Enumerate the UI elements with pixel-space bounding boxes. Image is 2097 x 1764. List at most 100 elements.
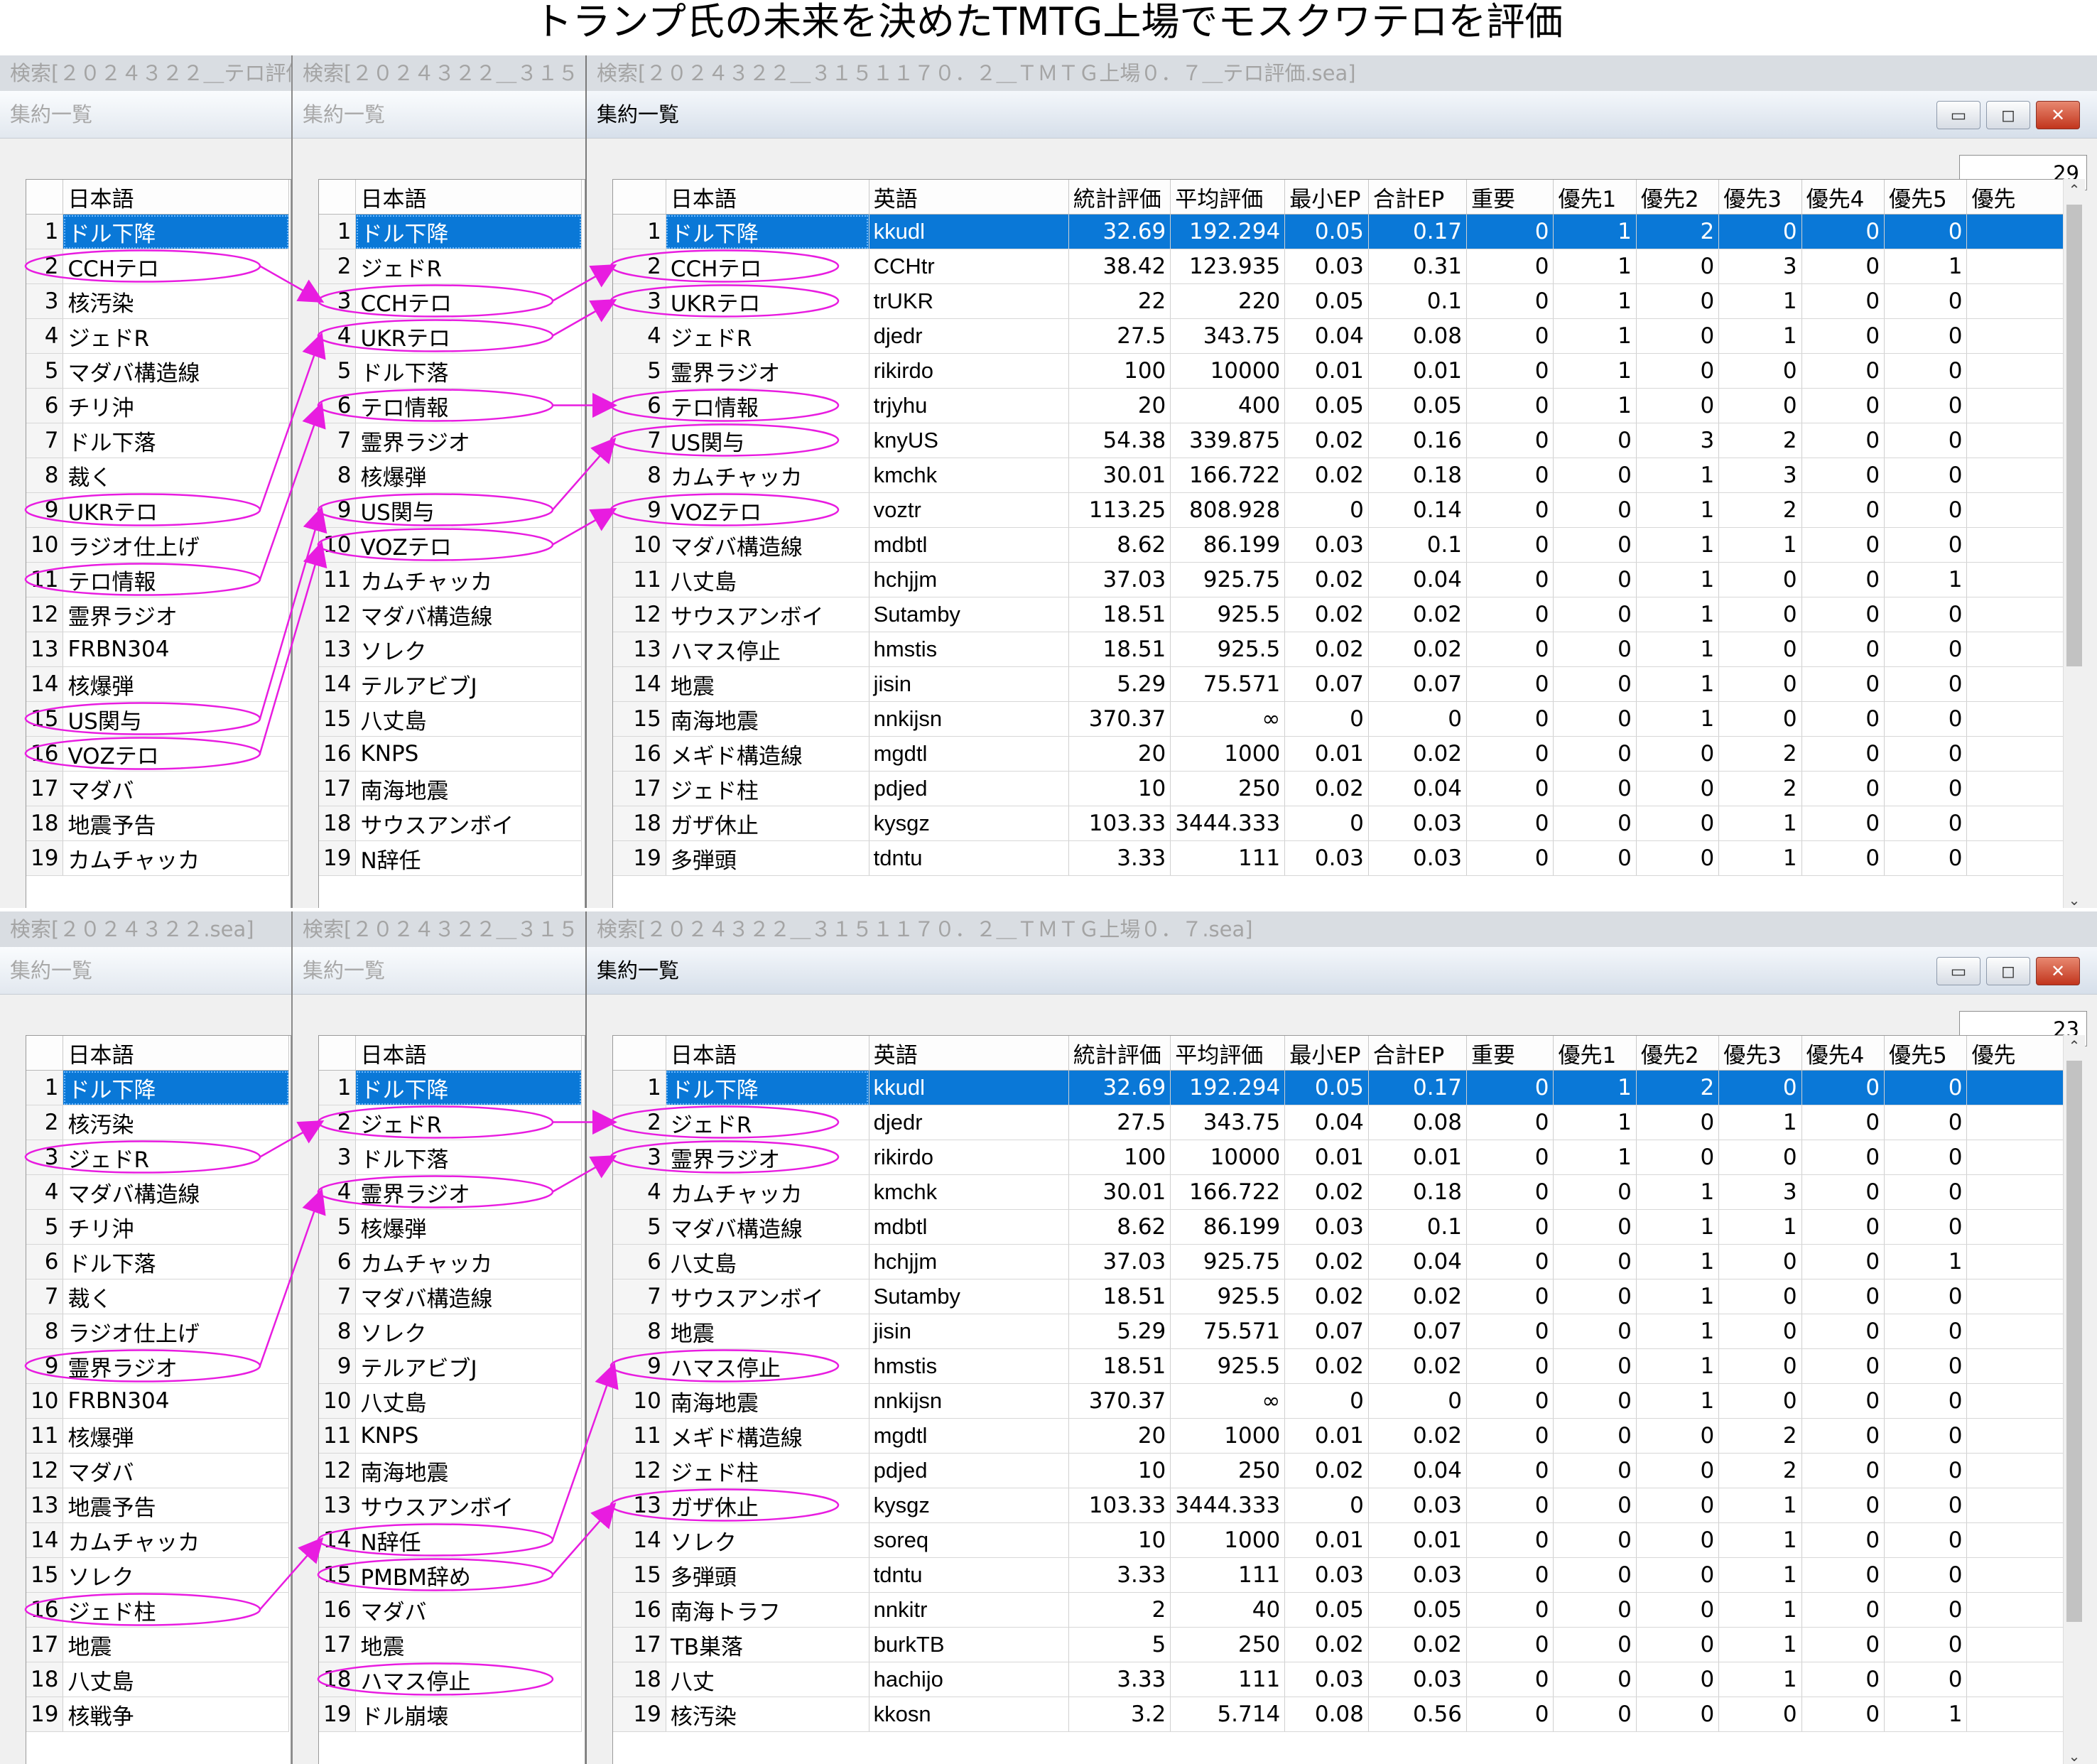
left-grid[interactable]: 日本語 1 ドル下降 2 CCHテロ 3 核汚染 4 ジェドR 5 マダバ構造線 6 チリ沖 7 ドル下落 8…	[26, 179, 291, 908]
table-row[interactable]: 14 ソレク soreq 10 1000 0.01 0.01 0 0 0 1 0 0	[613, 1522, 2064, 1558]
table-row[interactable]: 4 マダバ構造線	[26, 1174, 290, 1210]
table-row[interactable]: 15 多弾頭 tdntu 3.33 111 0.03 0.03 0 0 0 1 0 0	[613, 1557, 2064, 1593]
table-row[interactable]: 9 US関与	[319, 492, 582, 528]
minimize-button[interactable]: ▭	[1936, 101, 1980, 129]
table-row[interactable]: 3 CCHテロ	[319, 283, 582, 319]
table-row[interactable]: 13 ガザ休止 kysgz 103.33 3444.333 0 0.03 0 0 0 1 0 0	[613, 1488, 2064, 1523]
scroll-up-icon[interactable]: ⌃	[2064, 1035, 2085, 1056]
left-search-window[interactable]: 検索[２０２４３２２＿テロ評価 集約一覧 日本語 1 ドル下降 2 CCHテロ 3 核汚染 4…	[0, 55, 293, 908]
table-row[interactable]: 10 八丈島	[319, 1383, 582, 1419]
table-row[interactable]: 11 八丈島 hchjjm 37.03 925.75 0.02 0.04 0 0 1 0 0 1	[613, 562, 2064, 597]
table-row[interactable]: 4 ジェドR	[26, 318, 290, 354]
table-row[interactable]: 9 VOZテロ voztr 113.25 808.928 0 0.14 0 0 1 2 0 0	[613, 492, 2064, 528]
table-row[interactable]: 5 マダバ構造線	[26, 353, 290, 389]
table-row[interactable]: 2 CCHテロ	[26, 249, 290, 284]
table-row[interactable]: 16 KNPS	[319, 736, 582, 772]
table-row[interactable]: 13 ソレク	[319, 632, 582, 667]
close-button[interactable]: ✕	[2036, 101, 2080, 129]
table-row[interactable]: 3 UKRテロ trUKR 22 220 0.05 0.1 0 1 0 1 0 0	[613, 283, 2064, 319]
table-row[interactable]: 4 ジェドR djedr 27.5 343.75 0.04 0.08 0 1 0 1 0 0	[613, 318, 2064, 354]
scroll-down-icon[interactable]: ⌄	[2064, 1746, 2085, 1764]
table-row[interactable]: 6 八丈島 hchjjm 37.03 925.75 0.02 0.04 0 0 1 0 0 1	[613, 1244, 2064, 1279]
table-row[interactable]: 11 メギド構造線 mgdtl 20 1000 0.01 0.02 0 0 0 2 0 0	[613, 1418, 2064, 1454]
table-row[interactable]: 12 霊界ラジオ	[26, 597, 290, 632]
table-row[interactable]: 13 サウスアンボイ	[319, 1488, 582, 1523]
table-row[interactable]: 8 裁く	[26, 458, 290, 493]
table-row[interactable]: 16 南海トラフ nnkitr 2 40 0.05 0.05 0 0 0 1 0 0	[613, 1592, 2064, 1628]
table-row[interactable]: 12 南海地震	[319, 1453, 582, 1488]
table-row[interactable]: 15 US関与	[26, 701, 290, 737]
main-search-window[interactable]: 検索[２０２４３２２＿３１５１１７０．２＿ＴＭＴＧ上場０．７.sea] 集約一覧…	[585, 911, 2097, 1764]
middle-grid[interactable]: 日本語 1 ドル下降 2 ジェドR 3 ドル下落 4 霊界ラジオ 5 核爆弾 6 カムチャッカ 7 マダバ構…	[318, 1035, 585, 1764]
table-row[interactable]: 10 マダバ構造線 mdbtl 8.62 86.199 0.03 0.1 0 0 1 1 0 0	[613, 527, 2064, 563]
scroll-thumb[interactable]	[2066, 1061, 2082, 1622]
table-row[interactable]: 9 霊界ラジオ	[26, 1348, 290, 1384]
table-row[interactable]: 2 ジェドR	[319, 249, 582, 284]
table-row[interactable]: 6 チリ沖	[26, 388, 290, 423]
vertical-scrollbar[interactable]: ⌃ ⌄	[2063, 1035, 2085, 1764]
table-row[interactable]: 5 マダバ構造線 mdbtl 8.62 86.199 0.03 0.1 0 0 1 1 0 0	[613, 1209, 2064, 1245]
table-row[interactable]: 6 カムチャッカ	[319, 1244, 582, 1279]
table-row[interactable]: 7 サウスアンボイ Sutamby 18.51 925.5 0.02 0.02 0 0 1 0 0 0	[613, 1279, 2064, 1314]
table-row[interactable]: 4 カムチャッカ kmchk 30.01 166.722 0.02 0.18 0 0 1 3 0 0	[613, 1174, 2064, 1210]
table-row[interactable]: 8 核爆弾	[319, 458, 582, 493]
middle-search-window[interactable]: 検索[２０２４３２２＿３１５ 集約一覧 日本語 1 ドル下降 2 ジェドR 3 CCHテロ 4…	[293, 55, 587, 908]
main-grid[interactable]: 日本語 英語 統計評価 平均評価 最小EP 合計EP 重要 優先1 優先2 優先3 優先4 優先5 優先…	[612, 179, 2064, 908]
table-row[interactable]: 14 N辞任	[319, 1522, 582, 1558]
table-row[interactable]: 18 ハマス停止	[319, 1662, 582, 1697]
table-row[interactable]: 19 核汚染 kkosn 3.2 5.714 0.08 0.56 0 0 0 0 0 1	[613, 1697, 2064, 1732]
table-row[interactable]: 1 ドル下降 kkudl 32.69 192.294 0.05 0.17 0 1 2 0 0 0	[613, 1070, 2064, 1105]
scroll-thumb[interactable]	[2066, 205, 2082, 666]
table-row[interactable]: 4 UKRテロ	[319, 318, 582, 354]
table-row[interactable]: 17 マダバ	[26, 771, 290, 806]
table-row[interactable]: 14 カムチャッカ	[26, 1522, 290, 1558]
table-row[interactable]: 2 核汚染	[26, 1105, 290, 1140]
table-row[interactable]: 11 カムチャッカ	[319, 562, 582, 597]
table-row[interactable]: 16 ジェド柱	[26, 1592, 290, 1628]
table-row[interactable]: 13 ハマス停止 hmstis 18.51 925.5 0.02 0.02 0 0 1 0 0 0	[613, 632, 2064, 667]
table-row[interactable]: 14 テルアビブJ	[319, 666, 582, 702]
table-row[interactable]: 17 南海地震	[319, 771, 582, 806]
table-row[interactable]: 16 マダバ	[319, 1592, 582, 1628]
table-row[interactable]: 7 マダバ構造線	[319, 1279, 582, 1314]
table-row[interactable]: 3 核汚染	[26, 283, 290, 319]
table-row[interactable]: 4 霊界ラジオ	[319, 1174, 582, 1210]
table-row[interactable]: 12 サウスアンボイ Sutamby 18.51 925.5 0.02 0.02 0 0 1 0 0 0	[613, 597, 2064, 632]
table-row[interactable]: 2 ジェドR djedr 27.5 343.75 0.04 0.08 0 1 0 1 0 0	[613, 1105, 2064, 1140]
table-row[interactable]: 6 テロ情報	[319, 388, 582, 423]
table-row[interactable]: 7 US関与 knyUS 54.38 339.875 0.02 0.16 0 0 3 2 0 0	[613, 423, 2064, 458]
maximize-button[interactable]: ◻	[1986, 101, 2030, 129]
table-row[interactable]: 12 マダバ	[26, 1453, 290, 1488]
table-row[interactable]: 13 地震予告	[26, 1488, 290, 1523]
table-row[interactable]: 6 ドル下落	[26, 1244, 290, 1279]
table-row[interactable]: 17 地震	[319, 1627, 582, 1662]
table-row[interactable]: 17 ジェド柱 pdjed 10 250 0.02 0.04 0 0 0 2 0 0	[613, 771, 2064, 806]
table-row[interactable]: 7 ドル下落	[26, 423, 290, 458]
left-grid[interactable]: 日本語 1 ドル下降 2 核汚染 3 ジェドR 4 マダバ構造線 5 チリ沖 6 ドル下落 7 裁く 8 ラジオ…	[26, 1035, 291, 1764]
table-row[interactable]: 19 ドル崩壊	[319, 1697, 582, 1732]
table-row[interactable]: 2 ジェドR	[319, 1105, 582, 1140]
table-row[interactable]: 18 ガザ休止 kysgz 103.33 3444.333 0 0.03 0 0 0 1 0 0	[613, 806, 2064, 841]
table-row[interactable]: 12 ジェド柱 pdjed 10 250 0.02 0.04 0 0 0 2 0 0	[613, 1453, 2064, 1488]
table-row[interactable]: 10 南海地震 nnkijsn 370.37 ∞ 0 0 0 0 1 0 0 0	[613, 1383, 2064, 1419]
table-row[interactable]: 1 ドル下降 kkudl 32.69 192.294 0.05 0.17 0 1 2 0 0 0	[613, 214, 2064, 249]
table-row[interactable]: 3 ドル下落	[319, 1140, 582, 1175]
table-row[interactable]: 19 カムチャッカ	[26, 840, 290, 876]
table-row[interactable]: 17 TB巣落 burkTB 5 250 0.02 0.02 0 0 0 1 0 0	[613, 1627, 2064, 1662]
table-row[interactable]: 11 KNPS	[319, 1418, 582, 1454]
middle-search-window[interactable]: 検索[２０２４３２２＿３１５ 集約一覧 日本語 1 ドル下降 2 ジェドR 3 ドル下落 4 霊…	[293, 911, 587, 1764]
table-row[interactable]: 7 裁く	[26, 1279, 290, 1314]
table-row[interactable]: 5 霊界ラジオ rikirdo 100 10000 0.01 0.01 0 1 0 0 0 0	[613, 353, 2064, 389]
close-button[interactable]: ✕	[2036, 957, 2080, 985]
table-row[interactable]: 5 ドル下落	[319, 353, 582, 389]
table-row[interactable]: 19 多弾頭 tdntu 3.33 111 0.03 0.03 0 0 0 1 0 0	[613, 840, 2064, 876]
middle-grid[interactable]: 日本語 1 ドル下降 2 ジェドR 3 CCHテロ 4 UKRテロ 5 ドル下落 6 テロ情報 7 霊界ラジ…	[318, 179, 585, 908]
table-row[interactable]: 18 八丈島	[26, 1662, 290, 1697]
table-row[interactable]: 8 カムチャッカ kmchk 30.01 166.722 0.02 0.18 0 0 1 3 0 0	[613, 458, 2064, 493]
table-row[interactable]: 1 ドル下降	[26, 1070, 290, 1105]
table-row[interactable]: 18 地震予告	[26, 806, 290, 841]
table-row[interactable]: 2 CCHテロ CCHtr 38.42 123.935 0.03 0.31 0 1 0 3 0 1	[613, 249, 2064, 284]
table-row[interactable]: 8 ラジオ仕上げ	[26, 1314, 290, 1349]
table-row[interactable]: 15 PMBM辞め	[319, 1557, 582, 1593]
maximize-button[interactable]: ◻	[1986, 957, 2030, 985]
